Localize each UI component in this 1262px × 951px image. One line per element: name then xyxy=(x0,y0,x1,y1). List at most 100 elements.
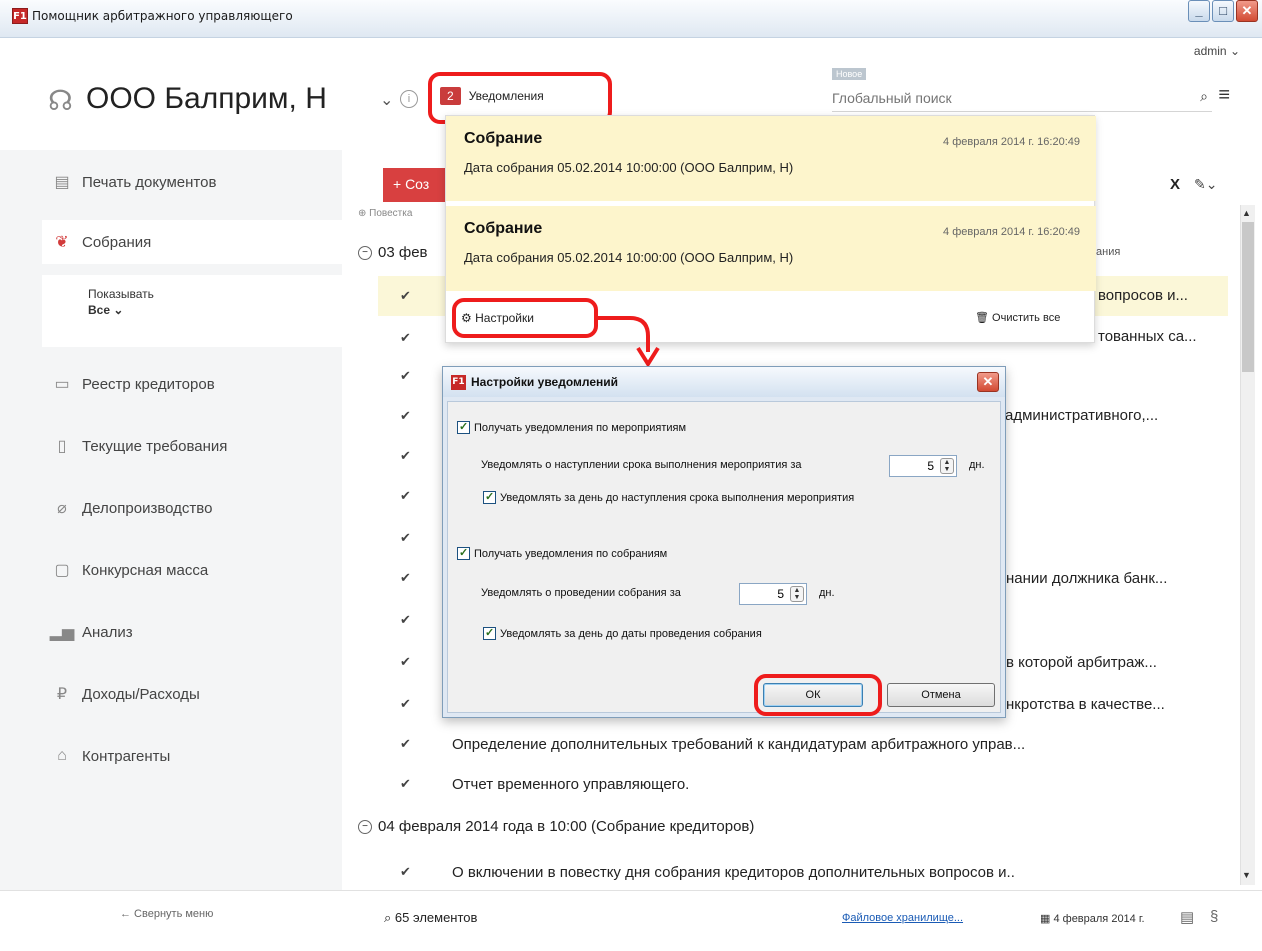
footer-date-label: 4 февраля 2014 г. xyxy=(1053,913,1145,925)
sidebar-item-estate[interactable]: ▢ Конкурсная масса xyxy=(42,548,342,592)
calendar-icon: ▦ xyxy=(1040,913,1051,925)
notification-date: 4 февраля 2014 г. 16:20:49 xyxy=(943,226,1080,238)
spinner-icon[interactable]: ▲ ▼ xyxy=(940,458,954,474)
checkbox-checked-icon[interactable] xyxy=(457,420,470,434)
check-icon: ✔ xyxy=(400,288,411,303)
events-days-stepper[interactable]: 5 ▲ ▼ xyxy=(889,455,957,477)
box-icon: ▢ xyxy=(54,562,70,579)
highlight-settings xyxy=(452,298,598,338)
notification-item[interactable]: Собрание 4 февраля 2014 г. 16:20:49 Дата… xyxy=(446,206,1096,291)
checkbox-checked-icon[interactable] xyxy=(483,490,496,504)
close-window-button[interactable]: ✕ xyxy=(1236,0,1258,22)
meetings-days-stepper[interactable]: 5 ▲ ▼ xyxy=(739,583,807,605)
sidebar-item-paperwork[interactable]: ⌀ Делопроизводство xyxy=(42,486,342,530)
days-unit: дн. xyxy=(819,587,835,599)
events-notifications-checkbox[interactable]: Получать уведомления по мероприятиям xyxy=(457,420,687,434)
registry-icon: ▭ xyxy=(54,376,70,393)
sidebar-item-print[interactable]: ▤ Печать документов xyxy=(42,160,342,204)
row-text: О включении в повестку дня собрания кред… xyxy=(452,863,1015,881)
meetings-days-value[interactable]: 5 xyxy=(777,587,784,601)
collapse-menu-button[interactable]: ← Свернуть меню xyxy=(120,908,213,920)
checkbox-label: Получать уведомления по мероприятиям xyxy=(474,421,687,434)
items-count: ⌕ 65 элементов xyxy=(384,910,477,926)
cancel-button[interactable]: Отмена xyxy=(887,683,995,707)
maximize-button[interactable]: □ xyxy=(1212,0,1234,22)
info-icon[interactable]: i xyxy=(400,90,418,108)
show-filter[interactable]: Показывать Все ⌄ xyxy=(42,275,342,347)
money-icon: ₽ xyxy=(56,686,68,703)
search-icon[interactable]: ⌕ xyxy=(1200,88,1208,105)
checkbox-checked-icon[interactable] xyxy=(457,546,470,560)
row-tail-text: нании должника банк... xyxy=(1006,570,1168,587)
spinner-icon[interactable]: ▲ ▼ xyxy=(790,586,804,602)
row-tail-text: (административного,... xyxy=(1000,407,1159,424)
meetings-notifications-checkbox[interactable]: Получать уведомления по собраниям xyxy=(457,546,667,560)
menu-icon[interactable]: ≡ xyxy=(1218,84,1230,107)
check-icon: ✔ xyxy=(400,330,411,345)
app-icon: F1 xyxy=(12,8,28,24)
collapse-icon[interactable]: − xyxy=(358,245,372,260)
highlight-ok xyxy=(754,674,882,716)
bar-chart-icon: ▂▅ xyxy=(49,624,75,641)
global-search: ⌕ xyxy=(832,82,1212,112)
items-count-label: 65 элементов xyxy=(394,910,478,925)
events-days-value[interactable]: 5 xyxy=(927,459,934,473)
search-icon[interactable]: ⌕ xyxy=(384,910,391,925)
app-icon: F1 xyxy=(451,375,466,390)
table-row[interactable]: ✔ О включении в повестку дня собрания кре… xyxy=(378,852,1228,892)
sidebar-item-current-claims[interactable]: ▯ Текущие требования xyxy=(42,424,342,468)
window-controls: _ □ ✕ xyxy=(1186,0,1258,22)
group-title: 04 февраля 2014 года в 10:00 (Собрание к… xyxy=(378,818,755,835)
checkbox-checked-icon[interactable] xyxy=(483,626,496,640)
dialog-titlebar: F1 Настройки уведомлений ✕ xyxy=(443,367,1005,397)
table-row[interactable]: ✔ Определение дополнительных требований к… xyxy=(378,724,1228,764)
annotation-arrow xyxy=(598,316,660,368)
organization-title[interactable]: ООО Балприм, Н xyxy=(86,82,327,116)
clear-all-button[interactable]: 🗑 Очистить все xyxy=(975,311,1060,324)
notification-item[interactable]: Собрание 4 февраля 2014 г. 16:20:49 Дата… xyxy=(446,116,1096,201)
notification-body: Дата собрания 05.02.2014 10:00:00 (ООО Б… xyxy=(464,250,794,265)
sidebar-item-income-expenses[interactable]: ₽ Доходы/Расходы xyxy=(42,672,342,716)
file-storage-link[interactable]: Файловое хранилище... xyxy=(842,912,963,924)
calculator-icon[interactable]: ▤ xyxy=(1180,908,1194,926)
events-day-before-checkbox[interactable]: Уведомлять за день до наступления срока … xyxy=(483,490,854,504)
collapse-icon[interactable]: − xyxy=(358,819,372,834)
group-header[interactable]: − 03 фев xyxy=(358,244,428,261)
group-header[interactable]: − 04 февраля 2014 года в 10:00 (Собрание… xyxy=(358,818,754,835)
table-row[interactable]: ✔ Отчет временного управляющего. xyxy=(378,764,1228,804)
dialog-title: Настройки уведомлений xyxy=(471,375,619,389)
sidebar-item-creditors[interactable]: ▭ Реестр кредиторов xyxy=(42,362,342,406)
minimize-button[interactable]: _ xyxy=(1188,0,1210,22)
search-input[interactable] xyxy=(832,82,1162,106)
row-text: Отчет временного управляющего. xyxy=(452,775,690,793)
section-icon[interactable]: § xyxy=(1210,908,1218,925)
sidebar-item-label: Доходы/Расходы xyxy=(82,685,200,703)
check-icon: ✔ xyxy=(400,776,411,791)
meetings-days-label: Уведомлять о проведении собрания за xyxy=(481,587,681,599)
create-button[interactable]: + Соз xyxy=(383,168,453,202)
scrollbar-thumb[interactable] xyxy=(1242,222,1254,372)
close-icon: ✕ xyxy=(1241,3,1253,18)
trash-icon: 🗑 xyxy=(975,312,989,324)
edit-icon[interactable]: ✎⌄ xyxy=(1194,176,1217,193)
sidebar-item-contractors[interactable]: ⌂ Контрагенты xyxy=(42,734,342,778)
user-menu[interactable]: admin ⌄ xyxy=(1194,44,1240,58)
check-icon: ✔ xyxy=(400,530,411,545)
export-excel-icon[interactable]: X xyxy=(1170,176,1180,193)
scroll-up-icon[interactable]: ▲ xyxy=(1242,208,1251,218)
window-title: Помощник арбитражного управляющего xyxy=(32,9,293,23)
clipboard-icon: ▯ xyxy=(57,438,67,455)
scroll-down-icon[interactable]: ▼ xyxy=(1242,870,1251,880)
sidebar-item-meetings[interactable]: ❦ Собрания xyxy=(42,220,342,264)
sidebar-item-label: Делопроизводство xyxy=(82,499,213,517)
sidebar-item-label: Печать документов xyxy=(82,173,217,191)
row-tail-text: тованных са... xyxy=(1098,328,1197,345)
chevron-down-icon[interactable]: ⌄ xyxy=(380,90,393,110)
show-filter-value[interactable]: Все ⌄ xyxy=(88,303,342,317)
paperclip-icon: ⌀ xyxy=(57,500,67,517)
dialog-close-button[interactable]: ✕ xyxy=(977,372,999,392)
sidebar-item-analysis[interactable]: ▂▅ Анализ xyxy=(42,610,342,654)
agenda-toggle[interactable]: ⊕ Повестка xyxy=(358,208,412,219)
check-icon: ✔ xyxy=(400,448,411,463)
meetings-day-before-checkbox[interactable]: Уведомлять за день до даты проведения со… xyxy=(483,626,762,640)
